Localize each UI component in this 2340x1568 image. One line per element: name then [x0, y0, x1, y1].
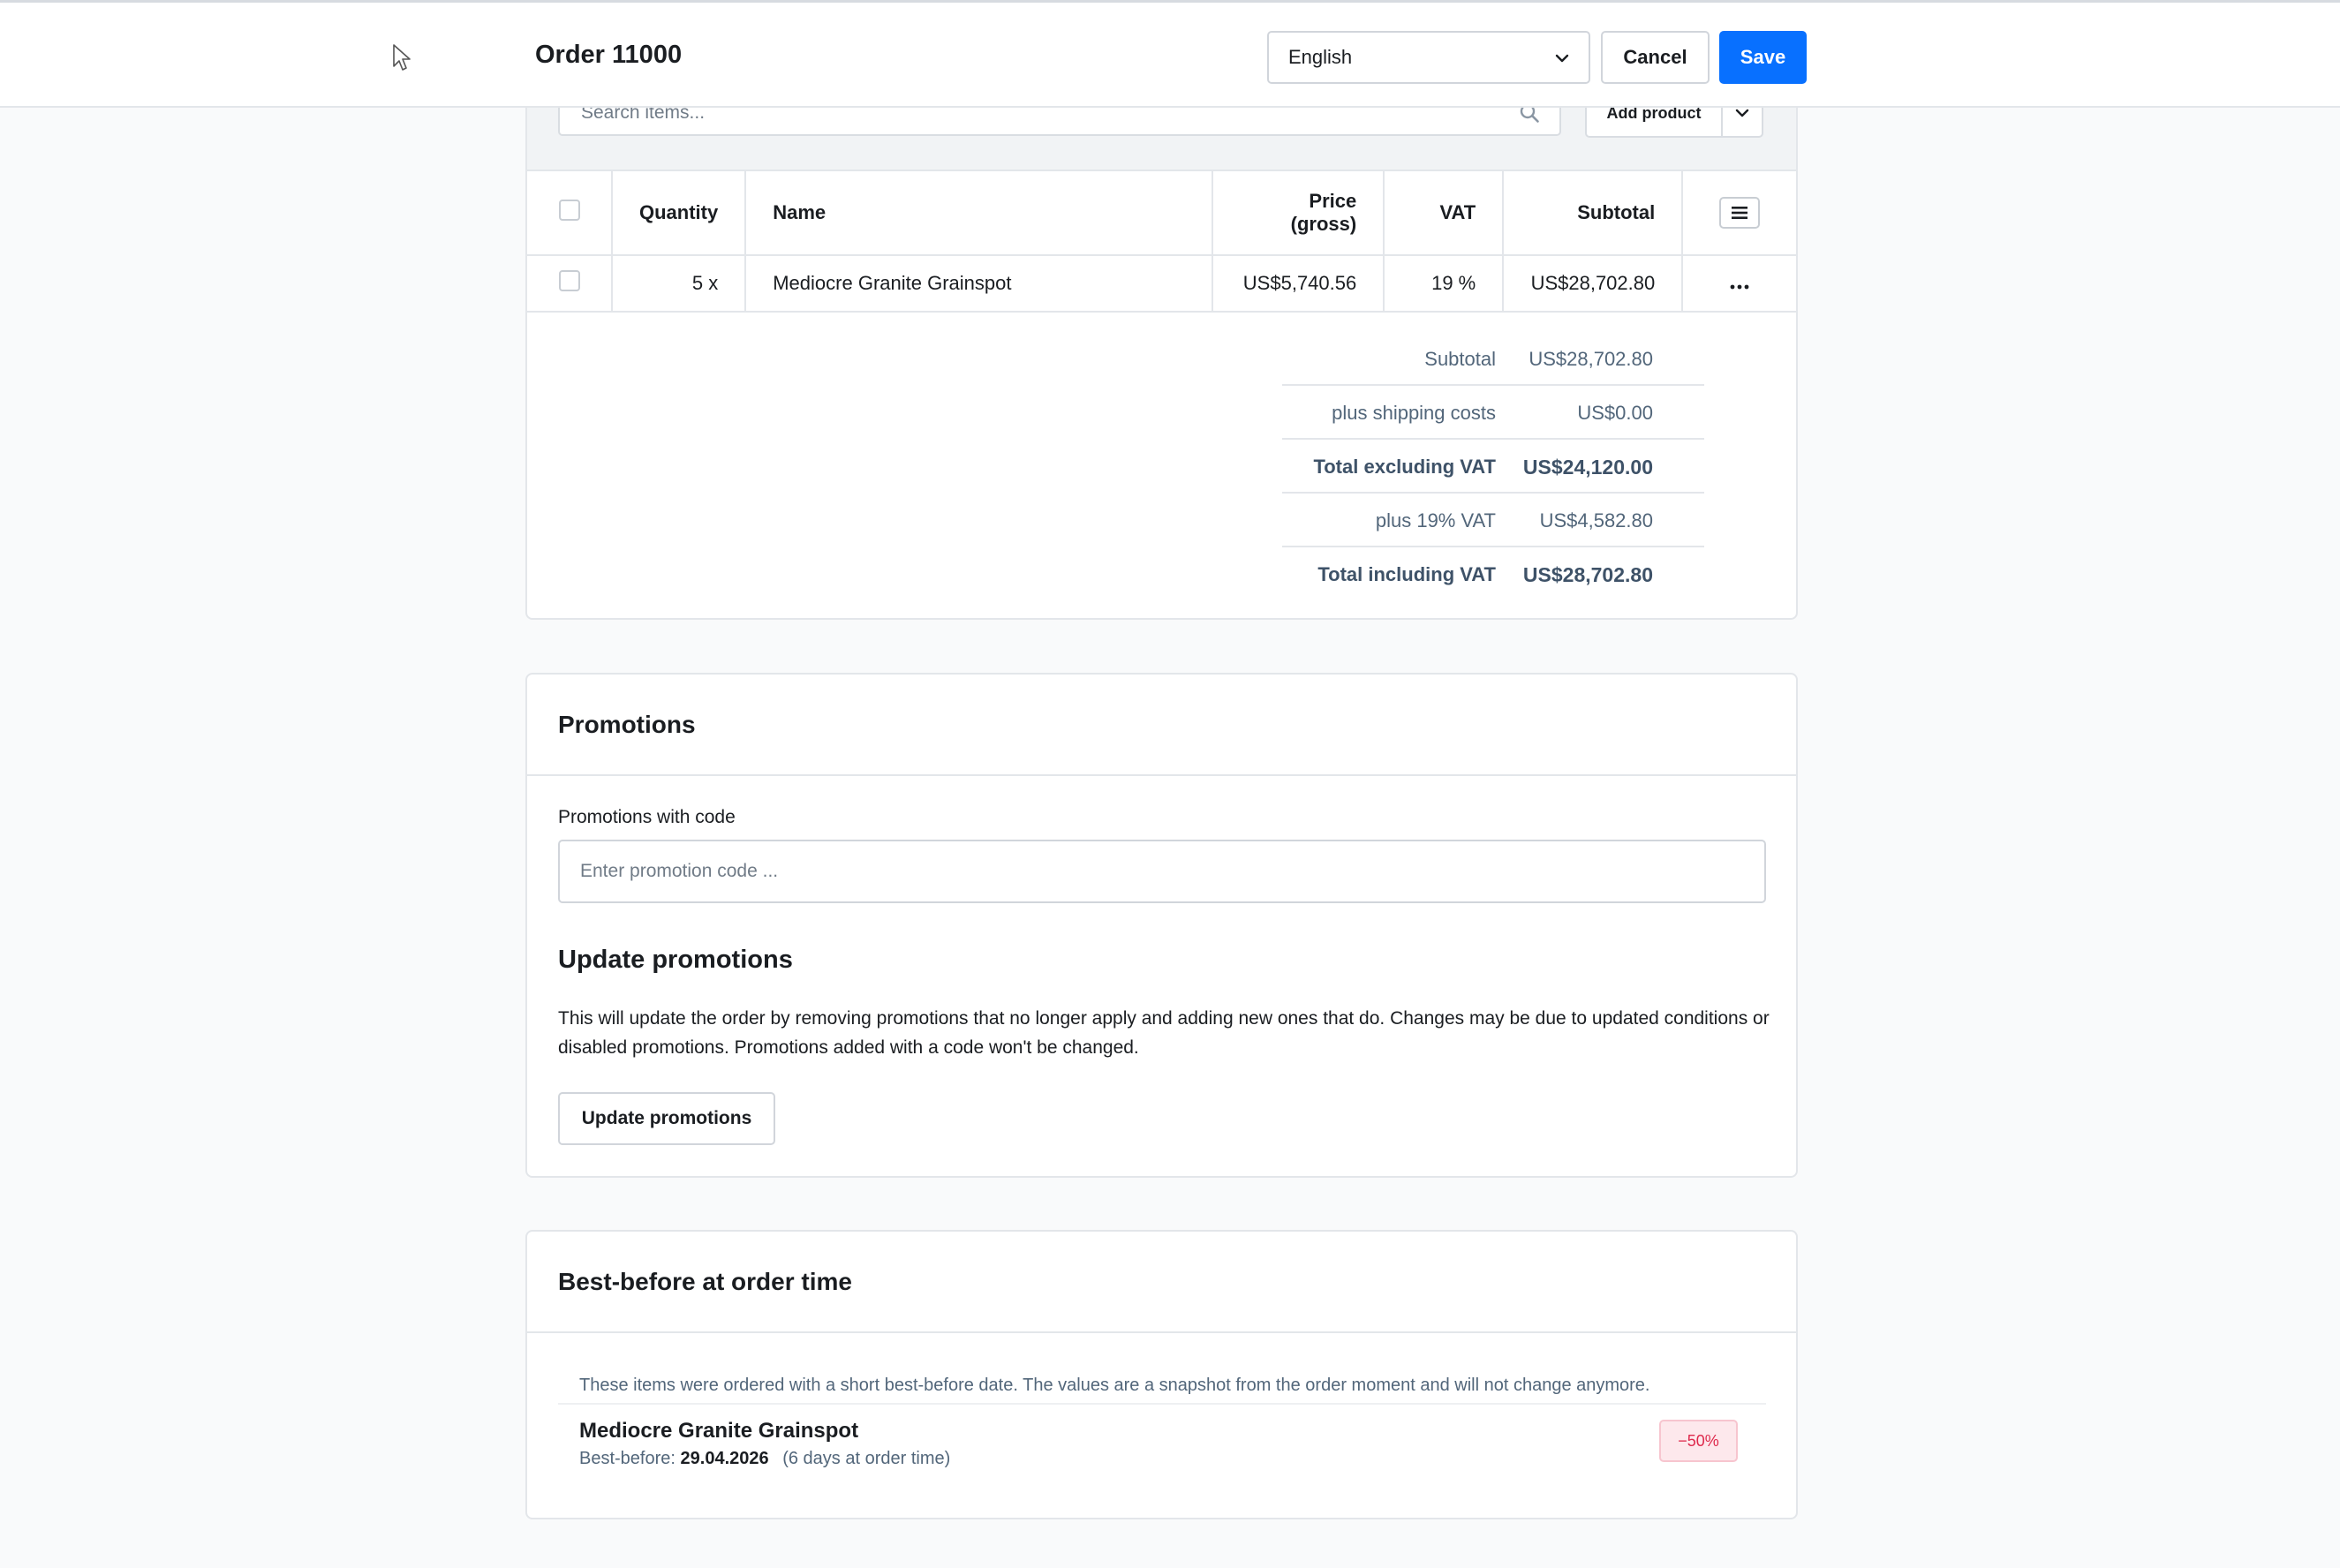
summary-value: US$4,582.80 — [1539, 509, 1653, 531]
update-promotions-button-label: Update promotions — [581, 1108, 752, 1128]
summary-label: plus shipping costs — [1332, 402, 1496, 424]
best-before-days-note: (6 days at order time) — [782, 1449, 951, 1468]
select-all-checkbox[interactable] — [558, 200, 580, 221]
row-vat[interactable]: 19 % — [1383, 254, 1505, 313]
menu-icon — [1732, 207, 1748, 219]
line-items-card: Search items... Add product Quantity Nam… — [525, 35, 1798, 620]
divider — [558, 1403, 1766, 1405]
summary-total-excl-vat: Total excluding VAT US$24,120.00 — [1282, 440, 1704, 494]
best-before-note: These items were ordered with a short be… — [579, 1376, 1650, 1395]
column-header-subtotal[interactable]: Subtotal — [1502, 170, 1684, 256]
cancel-button-label: Cancel — [1623, 46, 1687, 68]
save-button[interactable]: Save — [1719, 31, 1807, 84]
language-select-value: English — [1288, 46, 1353, 68]
chevron-down-icon — [1555, 54, 1569, 63]
page-header: Order 11000 English Cancel Save — [0, 3, 2340, 108]
column-settings-cell — [1681, 170, 1796, 256]
select-all-cell — [527, 170, 613, 256]
mouse-pointer-icon — [393, 44, 411, 71]
language-select[interactable]: English — [1267, 31, 1590, 84]
best-before-date-label: Best-before: — [579, 1449, 676, 1468]
row-select-cell — [527, 254, 613, 313]
summary-label: Total excluding VAT — [1313, 456, 1496, 478]
column-header-vat[interactable]: VAT — [1383, 170, 1505, 256]
line-items-table: Quantity Name Price (gross) VAT Subtotal… — [527, 170, 1796, 313]
promotions-card: Promotions Promotions with code Enter pr… — [525, 673, 1798, 1178]
row-actions-cell — [1681, 254, 1796, 313]
summary-label: Subtotal — [1424, 348, 1496, 370]
promotion-code-input[interactable]: Enter promotion code ... — [558, 840, 1766, 903]
order-summary: Subtotal US$28,702.80 plus shipping cost… — [1282, 332, 1704, 601]
promotions-card-header: Promotions — [527, 675, 1796, 776]
promotion-code-label: Promotions with code — [558, 807, 736, 827]
summary-vat: plus 19% VAT US$4,582.80 — [1282, 494, 1704, 547]
best-before-card: Best-before at order time These items we… — [525, 1230, 1798, 1519]
column-header-price[interactable]: Price (gross) — [1212, 170, 1385, 256]
cancel-button[interactable]: Cancel — [1601, 31, 1710, 84]
update-promotions-title: Update promotions — [558, 946, 793, 974]
update-promotions-description: This will update the order by removing p… — [558, 1008, 1770, 1058]
row-quantity[interactable]: 5 x — [610, 254, 747, 313]
table-row: 5 x Mediocre Granite Grainspot US$5,740.… — [527, 254, 1796, 313]
best-before-date: 29.04.2026 — [680, 1449, 769, 1468]
best-before-date-line: Best-before: 29.04.2026 (6 days at order… — [579, 1449, 950, 1469]
best-before-item-name: Mediocre Granite Grainspot — [579, 1419, 859, 1443]
summary-value: US$28,702.80 — [1529, 348, 1653, 370]
row-subtotal: US$28,702.80 — [1502, 254, 1684, 313]
best-before-card-header: Best-before at order time — [527, 1232, 1796, 1333]
promotions-title: Promotions — [558, 711, 696, 738]
table-header-row: Quantity Name Price (gross) VAT Subtotal — [527, 170, 1796, 256]
page-title: Order 11000 — [535, 41, 683, 69]
update-promotions-button[interactable]: Update promotions — [558, 1092, 775, 1145]
summary-value: US$0.00 — [1577, 402, 1653, 424]
column-settings-button[interactable] — [1719, 197, 1761, 229]
summary-total-incl-vat: Total including VAT US$28,702.80 — [1282, 547, 1704, 601]
row-checkbox[interactable] — [558, 270, 580, 291]
summary-subtotal: Subtotal US$28,702.80 — [1282, 332, 1704, 386]
summary-shipping: plus shipping costs US$0.00 — [1282, 386, 1704, 440]
summary-label: Total including VAT — [1317, 563, 1496, 585]
column-header-quantity[interactable]: Quantity — [610, 170, 747, 256]
more-actions-icon[interactable] — [1730, 284, 1749, 290]
discount-badge: −50% — [1659, 1420, 1738, 1462]
best-before-title: Best-before at order time — [558, 1268, 852, 1295]
promotion-code-placeholder: Enter promotion code ... — [580, 861, 779, 881]
row-price[interactable]: US$5,740.56 — [1212, 254, 1385, 313]
summary-value: US$28,702.80 — [1522, 563, 1653, 586]
column-header-name[interactable]: Name — [744, 170, 1214, 256]
summary-label: plus 19% VAT — [1375, 509, 1496, 531]
save-button-label: Save — [1740, 46, 1786, 68]
row-product-name[interactable]: Mediocre Granite Grainspot — [744, 254, 1214, 313]
summary-value: US$24,120.00 — [1522, 456, 1653, 479]
